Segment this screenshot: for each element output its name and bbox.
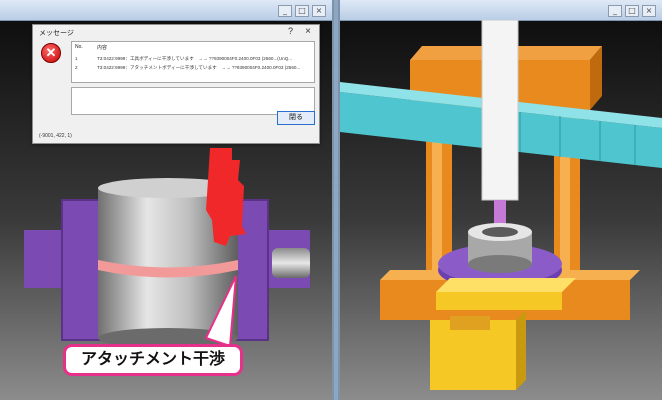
error-icon: ✕ bbox=[41, 43, 61, 63]
message-row-text: T3:0422:9999：工具ボディーに干渉しています →→ ??9390004… bbox=[97, 56, 293, 61]
right-3d-viewport[interactable] bbox=[340, 20, 662, 400]
message-row-text: T3:0422:9999：アタッチメントボディーに干渉しています →→ ??93… bbox=[97, 65, 301, 70]
message-row-no: 2 bbox=[75, 65, 78, 70]
message-row-no: 1 bbox=[75, 56, 78, 61]
left-window-titlebar: _ □ × bbox=[0, 0, 332, 21]
help-button[interactable]: ? bbox=[288, 26, 293, 36]
close-dialog-button[interactable]: 閉る bbox=[277, 111, 315, 125]
close-button[interactable]: × bbox=[312, 5, 326, 17]
column-no: No. bbox=[75, 44, 83, 50]
maximize-button[interactable]: □ bbox=[295, 5, 309, 17]
right-window-titlebar: _ □ × bbox=[340, 0, 662, 21]
minimize-button[interactable]: _ bbox=[608, 5, 622, 17]
column-content: 内容 bbox=[97, 45, 108, 51]
message-list[interactable]: No. 内容 1 T3:0422:9999：工具ボディーに干渉しています →→ … bbox=[71, 41, 315, 83]
dialog-close-button[interactable]: × bbox=[305, 26, 311, 37]
maximize-button[interactable]: □ bbox=[625, 5, 639, 17]
yellow-base bbox=[430, 278, 576, 390]
message-list-header: No. 内容 bbox=[75, 44, 311, 52]
workpiece-cylinder bbox=[468, 223, 532, 273]
close-button[interactable]: × bbox=[642, 5, 656, 17]
side-pin bbox=[272, 248, 310, 278]
spindle bbox=[481, 20, 519, 201]
interference-callout: アタッチメント干渉 bbox=[63, 344, 243, 376]
dialog-title: メッセージ bbox=[39, 30, 74, 37]
left-simulation-window: _ □ × メッセージ ? × ✕ No. 内容 1 T3:0422:9999：… bbox=[0, 0, 334, 400]
message-row[interactable]: 1 T3:0422:9999：工具ボディーに干渉しています →→ ??93900… bbox=[75, 56, 313, 64]
right-simulation-window: _ □ × bbox=[338, 0, 662, 400]
dialog-status-text: (-9001, 422, 1) bbox=[39, 133, 72, 139]
message-dialog: メッセージ ? × ✕ No. 内容 1 T3:0422:9999：工具ボディー… bbox=[32, 24, 320, 144]
minimize-button[interactable]: _ bbox=[278, 5, 292, 17]
message-row[interactable]: 2 T3:0422:9999：アタッチメントボディーに干渉しています →→ ??… bbox=[75, 65, 313, 73]
